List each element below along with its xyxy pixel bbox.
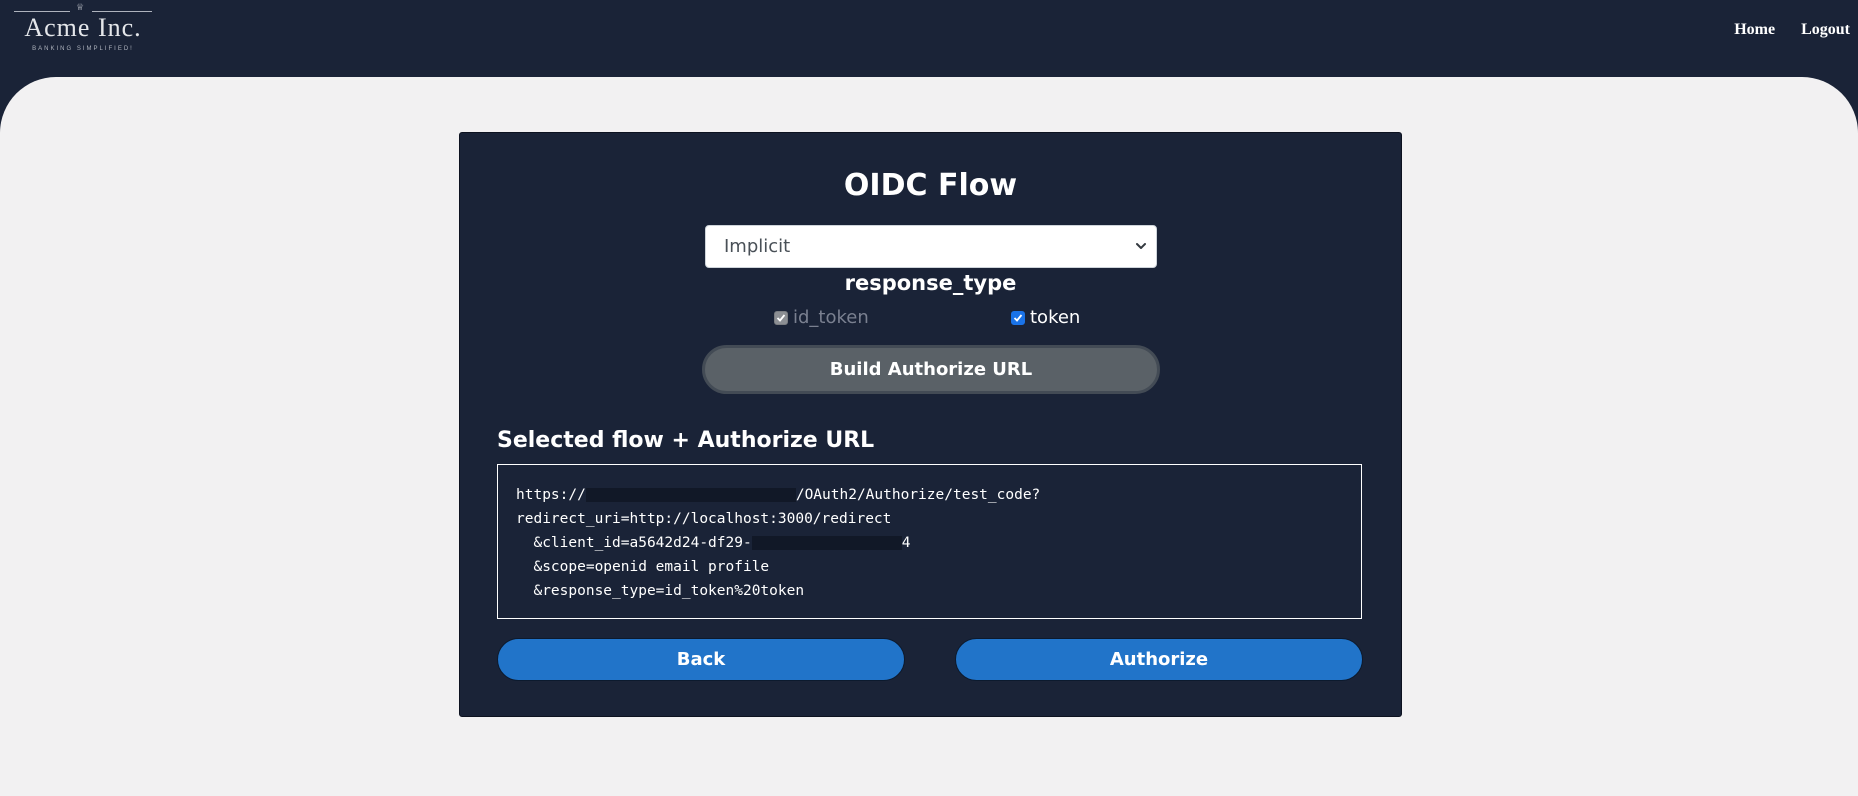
authorize-button[interactable]: Authorize [955,638,1363,681]
redacted-host [585,488,796,502]
client-id-prefix: &client_id=a5642d24-df29- [516,535,752,551]
redacted-client-id [751,536,902,550]
crown-icon: ♕ [76,3,85,13]
back-button[interactable]: Back [497,638,905,681]
logo-rule-right [92,11,152,12]
checkmark-icon [776,314,786,322]
url-line-2: redirect_uri=http://localhost:3000/redir… [516,511,892,527]
token-label: token [1030,307,1081,328]
nav-home-link[interactable]: Home [1734,21,1775,39]
url-path: /OAuth2/Authorize/test_code? [795,487,1041,503]
nav-logout-link[interactable]: Logout [1801,21,1850,39]
chevron-down-icon [1136,243,1146,249]
url-line-5: &response_type=id_token%20token [516,583,805,599]
url-line-4: &scope=openid email profile [516,559,770,575]
main-content: OIDC Flow Implicit response_type id_toke… [0,77,1858,796]
checkmark-icon [1013,314,1023,322]
selected-flow-heading: Selected flow + Authorize URL [497,428,875,453]
id-token-option: id_token [774,308,869,328]
url-line-1: https:// /OAuth2/Authorize/test_code? [516,483,1343,507]
id-token-checkbox [774,311,788,325]
flow-select[interactable]: Implicit [705,225,1157,268]
brand-tagline: BANKING SIMPLIFIED! [32,46,134,52]
client-id-suffix: 4 [901,535,911,551]
url-line-3: &client_id=a5642d24-df29- 4 [516,531,1343,555]
nav-links: Home Logout [1734,21,1850,39]
page-title: OIDC Flow [843,168,1018,203]
logo-rule-left [14,11,70,12]
top-navbar: ♕ Acme Inc. BANKING SIMPLIFIED! Home Log… [0,0,1858,78]
token-option[interactable]: token [1011,308,1080,328]
acme-logo[interactable]: ♕ Acme Inc. BANKING SIMPLIFIED! [14,3,152,55]
flow-select-value: Implicit [724,236,791,257]
build-authorize-url-button[interactable]: Build Authorize URL [702,345,1160,394]
response-type-label: response_type [844,271,1017,295]
brand-name: Acme Inc. [24,13,142,42]
url-scheme: https:// [516,487,586,503]
oidc-flow-card: OIDC Flow Implicit response_type id_toke… [459,132,1402,717]
authorize-url-box: https:// /OAuth2/Authorize/test_code? red… [497,464,1362,619]
token-checkbox[interactable] [1011,311,1025,325]
id-token-label: id_token [793,307,869,328]
